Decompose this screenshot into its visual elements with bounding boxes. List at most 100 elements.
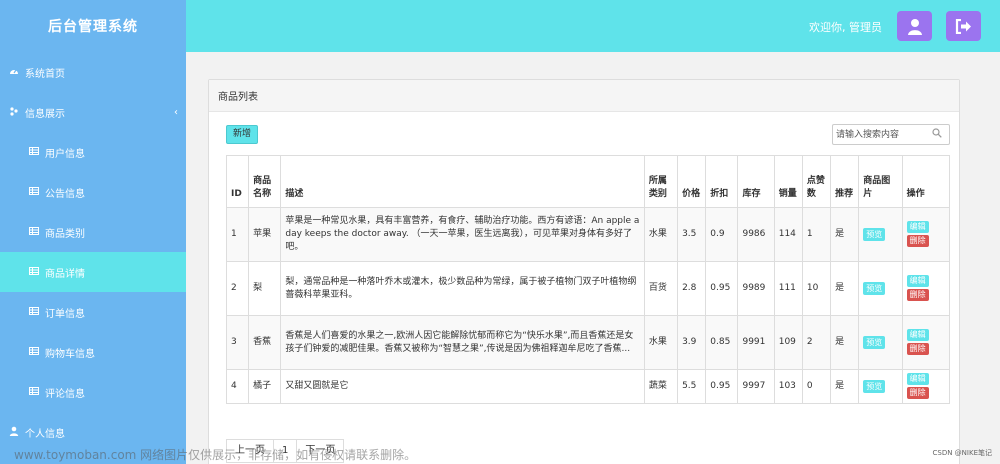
cell-recommend: 是 xyxy=(830,369,860,404)
cell-actions: 编辑 删除 xyxy=(901,261,951,316)
sidebar-item-categories[interactable]: 商品类别 xyxy=(0,212,186,252)
dashboard-icon xyxy=(8,66,20,78)
sidebar-item-label: 订单信息 xyxy=(45,308,85,320)
cell-sales: 109 xyxy=(773,315,803,370)
sidebar-item-notices[interactable]: 公告信息 xyxy=(0,172,186,212)
search-icon[interactable] xyxy=(932,128,942,141)
cell-likes: 10 xyxy=(801,261,832,316)
top-header: 欢迎你, 管理员 xyxy=(186,0,1000,52)
table-header-row: ID 商品名称 描述 所属类别 价格 折扣 库存 销量 点赞数 推荐 商品图片 … xyxy=(225,155,951,208)
main-content: 商品列表 新增 ID 商品名称 描述 所属类别 价格 折扣 xyxy=(186,52,1000,464)
cell-price: 3.5 xyxy=(677,207,707,262)
delete-button[interactable]: 删除 xyxy=(906,235,929,247)
add-button[interactable]: 新增 xyxy=(226,125,259,144)
column-header: 商品名称 xyxy=(248,155,282,208)
column-header: 商品图片 xyxy=(858,155,903,208)
sidebar-item-label: 商品详情 xyxy=(45,268,85,280)
edit-button[interactable]: 编辑 xyxy=(906,373,929,385)
cell-name: 苹果 xyxy=(248,207,282,262)
preview-button[interactable]: 预览 xyxy=(863,227,886,241)
search-input[interactable] xyxy=(833,125,928,144)
sidebar-item-label: 用户信息 xyxy=(45,148,85,160)
column-header: ID xyxy=(225,155,250,208)
column-header: 操作 xyxy=(901,155,951,208)
sidebar-item-comments[interactable]: 评论信息 xyxy=(0,372,186,412)
column-header: 描述 xyxy=(280,155,645,208)
table-icon xyxy=(28,346,40,358)
cell-stock: 9986 xyxy=(737,207,775,262)
sidebar-item-cart[interactable]: 购物车信息 xyxy=(0,332,186,372)
product-list-panel: 商品列表 新增 ID 商品名称 描述 所属类别 价格 折扣 xyxy=(208,79,960,464)
cell-discount: 0.95 xyxy=(705,261,739,316)
cell-discount: 0.95 xyxy=(705,369,739,404)
cell-actions: 编辑 删除 xyxy=(901,207,951,262)
cell-name: 橘子 xyxy=(248,369,282,404)
cell-id: 3 xyxy=(225,315,250,370)
sidebar-item-label: 评论信息 xyxy=(45,388,85,400)
cell-name: 梨 xyxy=(248,261,282,316)
cell-recommend: 是 xyxy=(830,315,860,370)
column-header: 销量 xyxy=(773,155,803,208)
cell-category: 水果 xyxy=(643,315,679,370)
column-header: 所属类别 xyxy=(643,155,679,208)
sidebar-item-label: 公告信息 xyxy=(45,188,85,200)
cell-image: 预览 xyxy=(858,315,903,370)
sidebar-item-label: 购物车信息 xyxy=(45,348,95,360)
sidebar-item-info-display[interactable]: 信息展示 ‹ xyxy=(0,92,186,132)
cell-image: 预览 xyxy=(858,369,903,404)
sidebar-item-users[interactable]: 用户信息 xyxy=(0,132,186,172)
preview-button[interactable]: 预览 xyxy=(863,379,886,393)
column-header: 推荐 xyxy=(830,155,860,208)
preview-button[interactable]: 预览 xyxy=(863,335,886,349)
app-title: 后台管理系统 xyxy=(48,19,138,35)
delete-button[interactable]: 删除 xyxy=(906,387,929,399)
cell-id: 4 xyxy=(225,369,250,404)
cell-id: 2 xyxy=(225,261,250,316)
cell-likes: 1 xyxy=(801,207,832,262)
table-icon xyxy=(28,306,40,318)
cell-stock: 9989 xyxy=(737,261,775,316)
logout-icon xyxy=(955,18,971,34)
cell-image: 预览 xyxy=(858,261,903,316)
delete-button[interactable]: 删除 xyxy=(906,289,929,301)
chevron-left-icon: ‹ xyxy=(174,106,178,118)
edit-button[interactable]: 编辑 xyxy=(906,329,929,341)
delete-button[interactable]: 删除 xyxy=(906,343,929,355)
column-header: 折扣 xyxy=(705,155,739,208)
edit-button[interactable]: 编辑 xyxy=(906,221,929,233)
cell-description: 又甜又圆就是它 xyxy=(280,369,645,404)
cell-price: 3.9 xyxy=(677,315,707,370)
product-table: ID 商品名称 描述 所属类别 价格 折扣 库存 销量 点赞数 推荐 商品图片 … xyxy=(225,155,951,404)
cell-stock: 9997 xyxy=(737,369,775,404)
sidebar-item-orders[interactable]: 订单信息 xyxy=(0,292,186,332)
cell-stock: 9991 xyxy=(737,315,775,370)
cell-price: 5.5 xyxy=(677,369,707,404)
cell-sales: 111 xyxy=(773,261,803,316)
sidebar-item-products[interactable]: 商品详情 xyxy=(0,252,186,292)
table-icon xyxy=(28,186,40,198)
cell-category: 百货 xyxy=(643,261,679,316)
cell-description: 香蕉是人们喜爱的水果之一,欧洲人因它能解除忧郁而称它为“快乐水果”,而且香蕉还是… xyxy=(280,315,645,370)
cell-likes: 2 xyxy=(801,315,832,370)
cell-description: 梨，通常品种是一种落叶乔木或灌木，极少数品种为常绿，属于被子植物门双子叶植物纲蔷… xyxy=(280,261,645,316)
sidebar-item-label: 商品类别 xyxy=(45,228,85,240)
cell-discount: 0.9 xyxy=(705,207,739,262)
sidebar-item-label: 个人信息 xyxy=(25,428,65,440)
column-header: 价格 xyxy=(677,155,707,208)
cell-actions: 编辑 删除 xyxy=(901,369,951,404)
cell-id: 1 xyxy=(225,207,250,262)
cell-category: 水果 xyxy=(643,207,679,262)
search-box xyxy=(832,124,950,145)
watermark-text: www.toymoban.com 网络图片仅供展示，非存储，如有侵权请联系删除。 xyxy=(14,448,417,462)
preview-button[interactable]: 预览 xyxy=(863,281,886,295)
cell-price: 2.8 xyxy=(677,261,707,316)
edit-button[interactable]: 编辑 xyxy=(906,275,929,287)
table-icon xyxy=(28,226,40,238)
logout-button[interactable] xyxy=(946,11,981,41)
profile-button[interactable] xyxy=(897,11,932,41)
sidebar-item-home[interactable]: 系统首页 xyxy=(0,52,186,92)
table-icon xyxy=(28,266,40,278)
cell-recommend: 是 xyxy=(830,207,860,262)
table-row: 1 苹果 苹果是一种常见水果，具有丰富营养，有食疗、辅助治疗功能。西方有谚语：A… xyxy=(225,207,951,262)
cell-recommend: 是 xyxy=(830,261,860,316)
